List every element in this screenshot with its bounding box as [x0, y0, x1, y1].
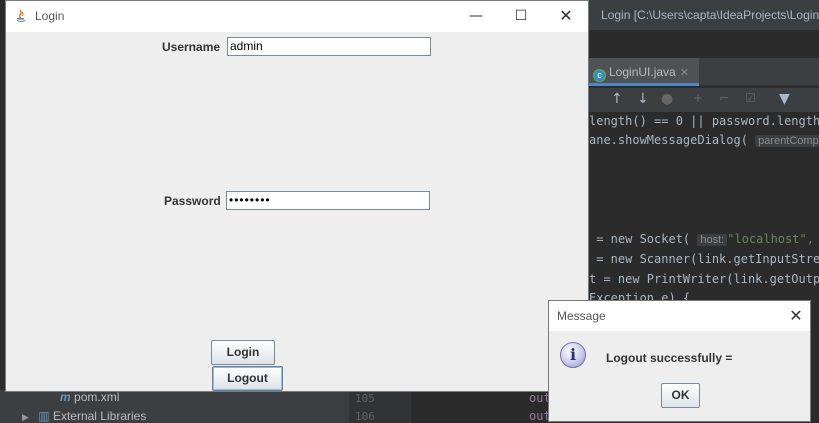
tree-item-pom[interactable]: m pom.xml [60, 390, 119, 404]
code-line: = new Socket( host: "localhost", [589, 232, 814, 246]
code-line: = new Scanner(link.getInputStrea [589, 252, 819, 266]
code-line: ane.showMessageDialog( parentCompo [589, 131, 819, 149]
filter-icon[interactable]: ▼ [779, 91, 790, 107]
message-titlebar[interactable]: Message ✕ [549, 301, 810, 331]
tab-label: LoginUI.java [609, 65, 676, 79]
login-button[interactable]: Login [211, 340, 275, 365]
code-editor[interactable]: length() == 0 || password.length( ane.sh… [589, 112, 819, 305]
editor-tab-bar: c LoginUI.java ✕ [589, 58, 819, 86]
close-icon[interactable]: ✕ [556, 7, 576, 25]
code-editor-bottom: out out [411, 390, 551, 423]
username-label: Username [162, 40, 221, 54]
minimize-icon[interactable]: — [466, 7, 486, 25]
message-text: Logout successfully = [606, 351, 733, 365]
add-occurrence-icon[interactable]: + [693, 91, 703, 105]
info-icon: i [560, 342, 586, 368]
select-all-icon[interactable]: ☑ [745, 91, 756, 105]
ide-toolbar: ↑ ↓ ● + ⌐ ☑ ▼ [589, 88, 819, 112]
close-icon[interactable]: ✕ [786, 306, 806, 326]
login-titlebar[interactable]: Login — ☐ ✕ [6, 1, 588, 32]
java-class-icon: c [593, 69, 606, 82]
code-line: length() == 0 || password.length( [589, 114, 819, 128]
maximize-icon[interactable]: ☐ [511, 7, 531, 25]
parameter-hint: host: [697, 234, 728, 246]
arrow-up-icon[interactable]: ↑ [611, 91, 623, 107]
parameter-hint: parentCompo [755, 135, 819, 147]
message-dialog: Message ✕ i Logout successfully = OK [548, 300, 811, 422]
ok-button[interactable]: OK [661, 383, 700, 408]
tab-loginui-java[interactable]: c LoginUI.java ✕ [589, 58, 699, 86]
password-input[interactable]: •••••••• [226, 191, 430, 210]
ide-window-title: Login [C:\Users\capta\IdeaProjects\Login [589, 0, 819, 30]
dialog-title: Message [557, 309, 606, 323]
window-title: Login [35, 9, 65, 23]
expand-arrow-icon[interactable]: ▶ [22, 412, 29, 422]
remove-occurrence-icon[interactable]: ⌐ [719, 91, 729, 105]
arrow-down-icon[interactable]: ↓ [637, 91, 649, 107]
password-label: Password [164, 194, 221, 208]
libraries-icon: ▥ [38, 409, 50, 423]
maven-file-icon: m [60, 390, 71, 404]
tree-item-external-libraries[interactable]: ▶ ▥ External Libraries [22, 409, 146, 423]
logout-button[interactable]: Logout [212, 366, 283, 391]
project-tree: m pom.xml ▶ ▥ External Libraries [0, 390, 349, 423]
user-icon[interactable]: ● [661, 91, 673, 107]
code-line: t = new PrintWriter(link.getOutpu [589, 272, 819, 286]
username-input[interactable]: admin [227, 37, 431, 56]
login-window: Login — ☐ ✕ Username admin Password ••••… [5, 0, 589, 392]
tab-close-icon[interactable]: ✕ [680, 67, 689, 79]
line-number-gutter: 105 106 [349, 390, 411, 423]
java-icon [17, 9, 25, 22]
